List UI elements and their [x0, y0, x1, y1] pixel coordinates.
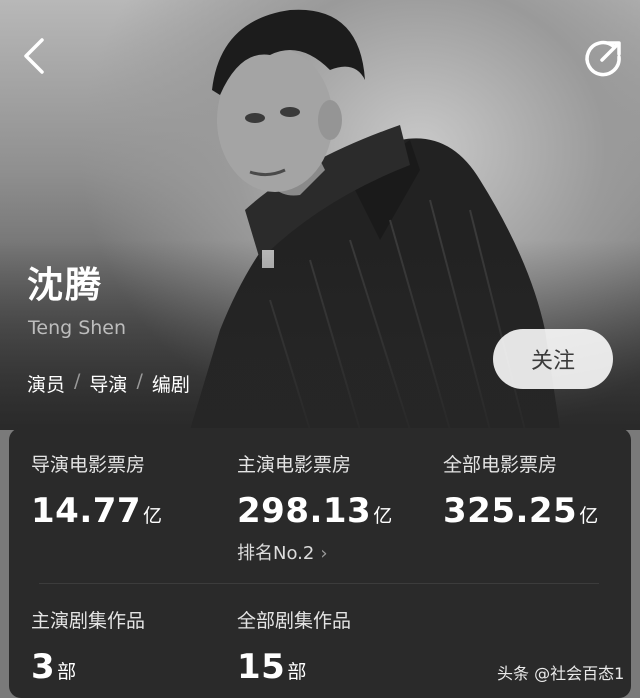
stat-label: 主演电影票房 [237, 454, 352, 476]
source-watermark: 头条 @社会百态1 [497, 664, 625, 683]
stat-value: 3部 [31, 647, 77, 687]
stat-value: 14.77 亿 [31, 491, 163, 531]
stats-divider [39, 583, 599, 584]
stat-unit: 亿 [579, 505, 599, 527]
stat-unit: 亿 [373, 505, 393, 527]
role-director: 导演 [89, 374, 128, 396]
actor-name: 沈腾 [27, 265, 104, 306]
box-office-stats-card: 导演电影票房 14.77 亿 主演电影票房 298.13 亿 排名No.2 › 全部电… [9, 428, 631, 698]
stat-value: 15 部 [237, 647, 307, 687]
stat-label: 主演剧集作品 [31, 610, 146, 632]
ranking-link[interactable]: 排名No.2 › [237, 539, 393, 565]
role-list: 演员 / 导演 / 编剧 [27, 370, 190, 397]
back-button[interactable] [14, 34, 58, 78]
role-separator: / [136, 370, 143, 392]
stat-label: 导演电影票房 [31, 454, 146, 476]
stat-value: 298.13 亿 [237, 491, 393, 531]
share-icon [585, 40, 621, 77]
stat-director-box-office: 导演电影票房 14.77 亿 [31, 450, 163, 531]
stat-label: 全部电影票房 [443, 454, 558, 476]
share-button[interactable] [582, 36, 626, 80]
stat-unit: 亿 [143, 505, 163, 527]
stat-unit: 部 [287, 661, 307, 683]
stat-value: 325.25 亿 [443, 491, 599, 531]
stat-label: 全部剧集作品 [237, 610, 352, 632]
stat-all-series: 全部剧集作品 15 部 [237, 606, 351, 687]
role-separator: / [74, 370, 81, 392]
stat-lead-series: 主演剧集作品 3部 [31, 606, 145, 687]
stat-lead-box-office: 主演电影票房 298.13 亿 排名No.2 › [237, 450, 393, 565]
actor-name-english: Teng Shen [28, 317, 127, 339]
chevron-left-icon [24, 38, 44, 74]
stat-all-box-office: 全部电影票房 325.25 亿 [443, 450, 599, 531]
role-writer: 编剧 [151, 374, 190, 396]
role-actor: 演员 [27, 374, 66, 396]
stat-unit: 部 [57, 661, 77, 683]
chevron-right-icon: › [320, 543, 328, 564]
follow-button[interactable]: 关注 [493, 329, 613, 389]
